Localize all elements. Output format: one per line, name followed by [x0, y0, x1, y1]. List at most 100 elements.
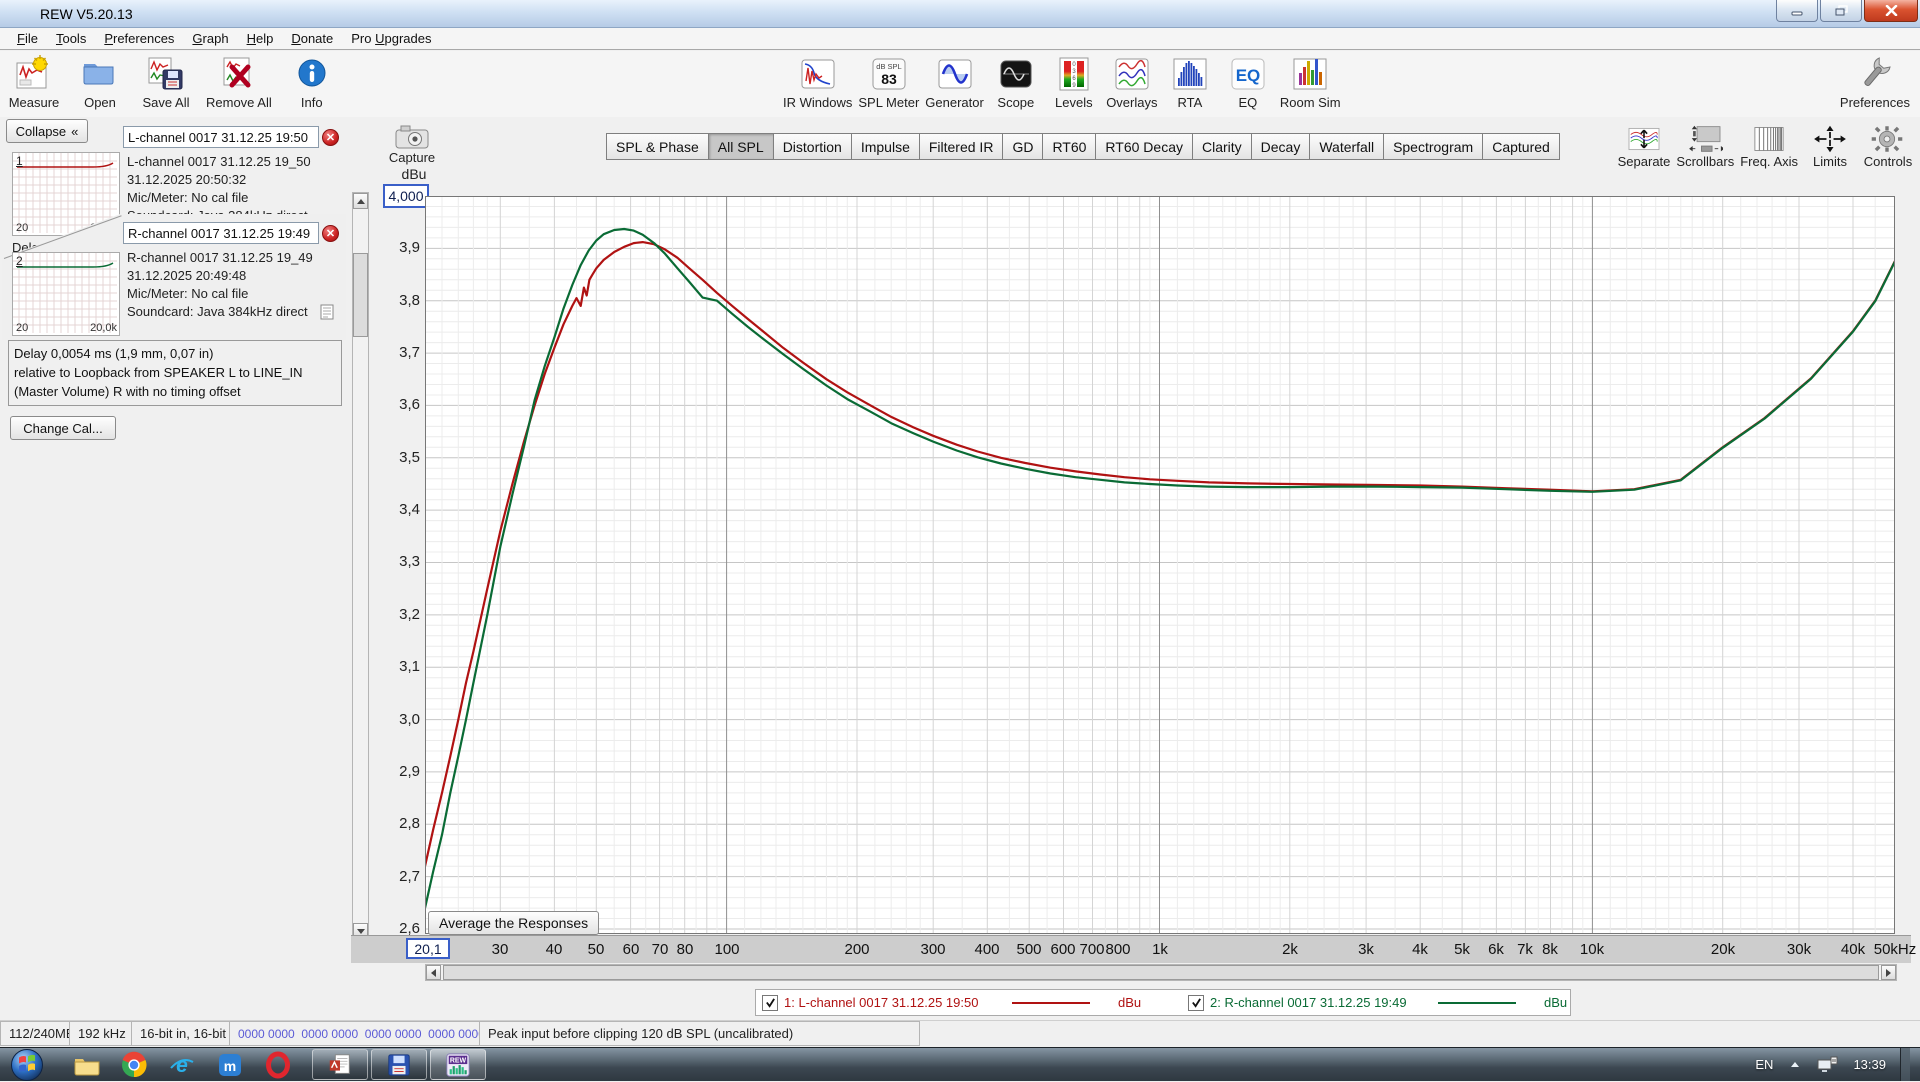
scope-button[interactable]: Scope — [990, 53, 1042, 110]
tab-spl-phase[interactable]: SPL & Phase — [606, 133, 709, 160]
tab-filtered-ir[interactable]: Filtered IR — [920, 133, 1004, 160]
chrome-icon[interactable] — [120, 1051, 148, 1079]
tab-spectrogram[interactable]: Spectrogram — [1384, 133, 1483, 160]
tab-rt60[interactable]: RT60 — [1043, 133, 1096, 160]
opera-icon[interactable] — [264, 1051, 292, 1079]
average-responses-button[interactable]: Average the Responses — [428, 911, 599, 935]
ir-windows-button[interactable]: IR Windows — [783, 53, 852, 110]
menu-item-pro-upgrades[interactable]: Pro Upgrades — [342, 29, 440, 48]
eq-button[interactable]: EQEQ — [1222, 53, 1274, 110]
scrollbars-button[interactable]: Scrollbars — [1676, 124, 1734, 169]
legend-checkbox[interactable] — [762, 995, 778, 1011]
measurement-2-soundcard: Soundcard: Java 384kHz direct — [127, 304, 317, 319]
measurement-1-close-icon[interactable]: ✕ — [322, 129, 339, 146]
network-icon[interactable] — [1817, 1056, 1839, 1074]
save-app-icon[interactable] — [371, 1049, 427, 1080]
x-axis-left-limit-field[interactable]: 20,1 — [406, 938, 450, 959]
hidden-icons-chevron[interactable] — [1787, 1058, 1803, 1072]
tab-all-spl[interactable]: All SPL — [709, 133, 774, 160]
close-button[interactable] — [1864, 0, 1918, 22]
toolbar-label: EQ — [1238, 95, 1257, 110]
frequency-response-plot[interactable] — [425, 196, 1895, 934]
language-indicator[interactable]: EN — [1755, 1057, 1773, 1072]
scrollbar-thumb[interactable] — [443, 965, 1879, 980]
rta-button[interactable]: RTA — [1164, 53, 1216, 110]
menu-item-donate[interactable]: Donate — [282, 29, 342, 48]
menu-item-preferences[interactable]: Preferences — [95, 29, 183, 48]
scroll-right-arrow[interactable] — [1881, 965, 1896, 980]
restore-button[interactable] — [1820, 0, 1862, 22]
menu-item-help[interactable]: Help — [238, 29, 283, 48]
save-all-button[interactable]: Save All — [140, 53, 192, 110]
remove-all-button[interactable]: Remove All — [206, 53, 272, 110]
y-axis-top-limit-field[interactable]: 4,000 — [383, 184, 429, 208]
explorer-icon[interactable] — [72, 1051, 100, 1079]
tab-distortion[interactable]: Distortion — [774, 133, 852, 160]
thumb-xmax-label: 20,0k — [90, 322, 117, 334]
generator-button[interactable]: Generator — [925, 53, 984, 110]
ie-icon[interactable]: e — [168, 1051, 196, 1079]
notes-document-icon[interactable] — [320, 304, 334, 320]
rew-application-window: REW V5.20.13 FileToolsPreferencesGraphHe… — [0, 0, 1920, 1080]
menu-item-graph[interactable]: Graph — [183, 29, 237, 48]
rew-app-icon[interactable]: REW — [430, 1049, 486, 1080]
controls-button[interactable]: Controls — [1862, 124, 1914, 169]
tab-captured[interactable]: Captured — [1483, 133, 1560, 160]
status-bar: 112/240MB192 kHz16-bit in, 16-bit out000… — [0, 1020, 1920, 1048]
start-button[interactable] — [10, 1048, 44, 1082]
measurement-2-name-field[interactable] — [123, 222, 319, 244]
scroll-left-arrow[interactable] — [426, 965, 441, 980]
svg-text:dB SPL: dB SPL — [876, 62, 901, 71]
spl-chart-plot-area[interactable] — [425, 196, 1895, 934]
title-bar[interactable]: REW V5.20.13 — [0, 0, 1920, 28]
freq-axis-button[interactable]: Freq. Axis — [1740, 124, 1798, 169]
show-desktop-button[interactable] — [1900, 1048, 1910, 1081]
capture-button[interactable]: Capture — [384, 124, 440, 168]
menu-item-tools[interactable]: Tools — [47, 29, 95, 48]
change-cal-button[interactable]: Change Cal... — [10, 416, 116, 440]
legend-checkbox[interactable] — [1188, 995, 1204, 1011]
spl-meter-icon: dB SPL83 — [868, 53, 910, 95]
tab-clarity[interactable]: Clarity — [1193, 133, 1252, 160]
toolbar-label: Measure — [9, 95, 60, 110]
spl-meter-button[interactable]: dB SPL83SPL Meter — [858, 53, 919, 110]
room-sim-button[interactable]: Room Sim — [1280, 53, 1341, 110]
chrome-icon — [120, 1051, 148, 1079]
remove-all-icon — [218, 53, 260, 95]
measurement-2-thumbnail[interactable]: 2 20 20,0k — [12, 252, 120, 336]
measurement-1-index[interactable]: 1 — [16, 154, 23, 168]
minimize-button[interactable] — [1776, 0, 1818, 22]
graph-button-label: Limits — [1813, 154, 1847, 169]
measurement-2-close-icon[interactable]: ✕ — [322, 225, 339, 242]
x-tick-label: 1k — [1152, 941, 1168, 958]
limits-button[interactable]: Limits — [1804, 124, 1856, 169]
tab-impulse[interactable]: Impulse — [852, 133, 920, 160]
overlays-button[interactable]: Overlays — [1106, 53, 1158, 110]
chart-horizontal-scrollbar[interactable] — [425, 964, 1897, 981]
tab-decay[interactable]: Decay — [1252, 133, 1311, 160]
open-button[interactable]: Open — [74, 53, 126, 110]
preferences-button[interactable]: Preferences — [1840, 53, 1910, 110]
wrench-icon — [1854, 53, 1896, 95]
info-button[interactable]: Info — [286, 53, 338, 110]
legend-line-sample — [1438, 1002, 1516, 1004]
tab-waterfall[interactable]: Waterfall — [1310, 133, 1384, 160]
measurement-1-name-field[interactable] — [123, 126, 319, 148]
scrollbar-thumb[interactable] — [353, 253, 368, 337]
tab-rt60-decay[interactable]: RT60 Decay — [1096, 133, 1193, 160]
y-tick-label: 3,0 — [380, 711, 420, 728]
x-tick-label: 600 — [1050, 941, 1075, 958]
panel-vertical-scrollbar[interactable] — [352, 192, 369, 940]
menu-item-file[interactable]: File — [8, 29, 47, 48]
x-tick-label: 3k — [1358, 941, 1374, 958]
measurement-2-index[interactable]: 2 — [16, 254, 23, 268]
scroll-up-arrow[interactable] — [353, 193, 368, 209]
clock[interactable]: 13:39 — [1853, 1057, 1886, 1072]
maxthon-icon[interactable]: m — [216, 1051, 244, 1079]
svg-text:e: e — [176, 1054, 188, 1077]
tab-gd[interactable]: GD — [1003, 133, 1043, 160]
separate-button[interactable]: Separate — [1618, 124, 1671, 169]
document-app-icon[interactable] — [312, 1049, 368, 1080]
measure-button[interactable]: Measure — [8, 53, 60, 110]
levels-button[interactable]: 0369Levels — [1048, 53, 1100, 110]
